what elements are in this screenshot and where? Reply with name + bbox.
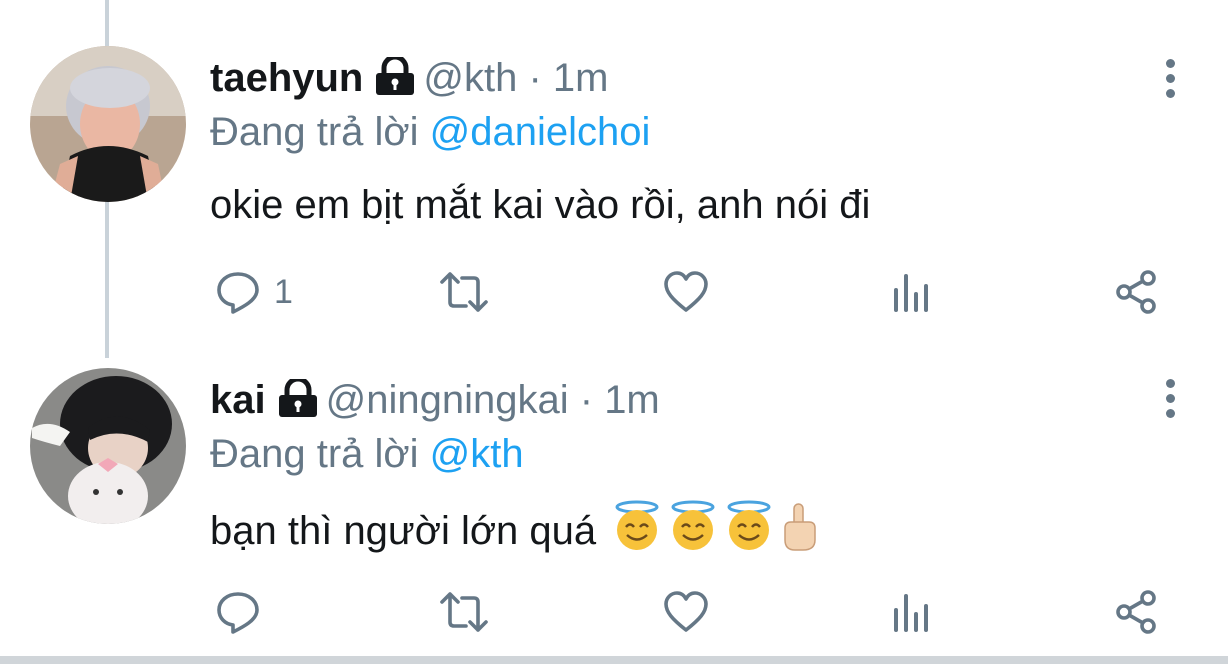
more-icon[interactable] bbox=[1160, 59, 1180, 104]
tweet-actions bbox=[0, 588, 1228, 638]
tweet-text: okie em bịt mắt kai vào rồi, anh nói đi bbox=[210, 183, 871, 227]
replying-to-handle[interactable]: @kth bbox=[430, 432, 524, 476]
retweet-button[interactable] bbox=[438, 268, 490, 316]
share-button[interactable] bbox=[1112, 268, 1160, 316]
like-button[interactable] bbox=[662, 588, 710, 636]
user-handle[interactable]: @kth bbox=[423, 56, 517, 100]
timestamp[interactable]: 1m bbox=[553, 56, 609, 100]
tweet-1[interactable]: taehyun @kth · 1m Đang trả lời @danielcho… bbox=[0, 0, 1228, 340]
analytics-icon bbox=[894, 274, 928, 312]
tweet-2[interactable]: kai @ningningkai · 1m Đang trả lời @kth b… bbox=[0, 340, 1228, 656]
tweet-actions: 1 bbox=[0, 268, 1228, 318]
replying-to-label: Đang trả lời bbox=[210, 110, 419, 154]
reply-button[interactable] bbox=[214, 588, 274, 636]
avatar-kai[interactable] bbox=[30, 368, 186, 524]
more-icon[interactable] bbox=[1160, 379, 1180, 424]
lock-icon bbox=[373, 54, 417, 106]
separator-dot: · bbox=[579, 378, 594, 422]
analytics-button[interactable] bbox=[890, 588, 934, 636]
tweet-header: kai @ningningkai · 1m bbox=[210, 376, 660, 428]
bottom-divider bbox=[0, 656, 1228, 664]
separator-dot: · bbox=[528, 56, 542, 100]
avatar-taehyun[interactable] bbox=[30, 46, 186, 202]
analytics-icon bbox=[894, 594, 928, 632]
share-icon bbox=[1116, 270, 1156, 314]
replying-to-label: Đang trả lời bbox=[210, 432, 419, 476]
user-handle[interactable]: @ningningkai bbox=[326, 378, 569, 422]
reply-icon bbox=[217, 592, 259, 634]
middle-finger-emoji-icon bbox=[779, 500, 819, 563]
reply-button[interactable]: 1 bbox=[214, 268, 293, 316]
tweet-text: bạn thì người lớn quá bbox=[210, 509, 597, 553]
like-icon bbox=[664, 591, 708, 632]
retweet-icon bbox=[440, 272, 488, 312]
share-button[interactable] bbox=[1112, 588, 1160, 636]
retweet-button[interactable] bbox=[438, 588, 490, 636]
display-name[interactable]: kai bbox=[210, 378, 266, 422]
tweet-text-line: bạn thì người lớn quá bbox=[210, 500, 819, 563]
reply-count: 1 bbox=[274, 272, 293, 311]
analytics-button[interactable] bbox=[890, 268, 934, 316]
halo-face-emoji-icon bbox=[667, 500, 719, 563]
reply-icon bbox=[217, 272, 259, 314]
replying-to: Đang trả lời @kth bbox=[210, 430, 524, 478]
retweet-icon bbox=[440, 592, 488, 632]
display-name[interactable]: taehyun bbox=[210, 56, 363, 100]
lock-icon bbox=[276, 376, 320, 428]
halo-face-emoji-icon bbox=[611, 500, 663, 563]
like-icon bbox=[664, 271, 708, 312]
timestamp[interactable]: 1m bbox=[604, 378, 660, 422]
replying-to-handle[interactable]: @danielchoi bbox=[430, 110, 651, 154]
share-icon bbox=[1116, 590, 1156, 634]
replying-to: Đang trả lời @danielchoi bbox=[210, 108, 650, 156]
like-button[interactable] bbox=[662, 268, 710, 316]
tweet-header: taehyun @kth · 1m bbox=[210, 54, 608, 106]
halo-face-emoji-icon bbox=[723, 500, 775, 563]
